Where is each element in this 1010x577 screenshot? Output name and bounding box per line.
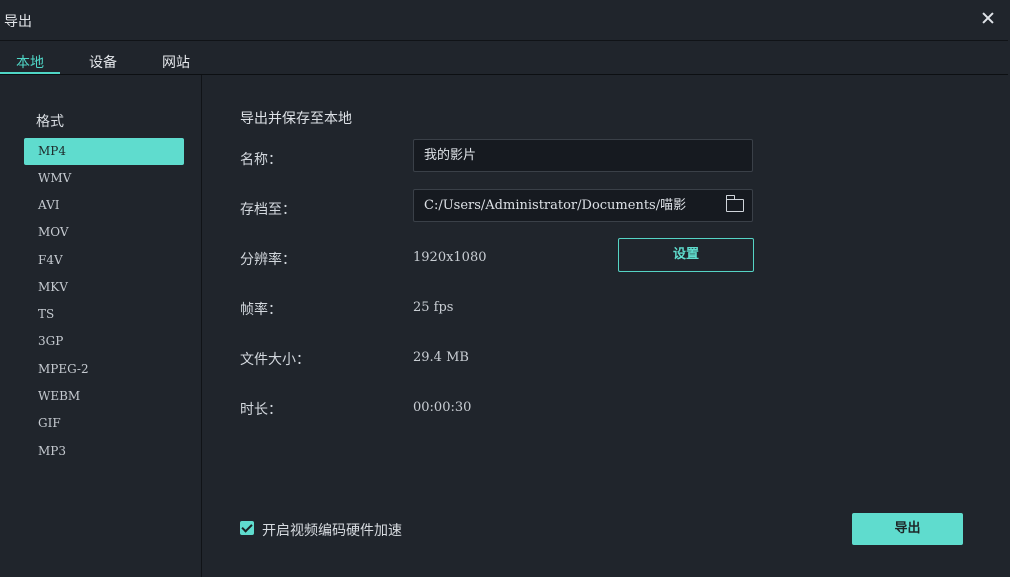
frame-rate-value: 25 fps	[413, 300, 454, 315]
format-item-mkv[interactable]: MKV	[24, 274, 184, 301]
tab-local[interactable]: 本地	[16, 52, 44, 72]
format-item-webm[interactable]: WEBM	[24, 383, 184, 410]
save-path-input[interactable]: C:/Users/Administrator/Documents/喵影	[413, 189, 753, 222]
tab-website[interactable]: 网站	[162, 52, 190, 72]
format-sidebar: 格式 MP4 WMV AVI MOV F4V MKV TS 3GP MPEG-2…	[0, 75, 202, 577]
save-path-value: C:/Users/Administrator/Documents/喵影	[424, 198, 687, 213]
format-item-gif[interactable]: GIF	[24, 410, 184, 437]
format-heading: 格式	[36, 114, 64, 130]
title-bar: 导出	[0, 0, 1008, 41]
format-item-mp3[interactable]: MP3	[24, 438, 184, 465]
format-item-mp4[interactable]: MP4	[24, 138, 184, 165]
frame-rate-label: 帧率：	[240, 302, 282, 318]
save-to-label: 存档至：	[240, 202, 296, 218]
format-item-wmv[interactable]: WMV	[24, 165, 184, 192]
export-button[interactable]: 导出	[852, 513, 963, 545]
resolution-label: 分辨率：	[240, 252, 296, 268]
format-item-ts[interactable]: TS	[24, 301, 184, 328]
hw-accel-label[interactable]: 开启视频编码硬件加速	[262, 520, 402, 540]
name-input[interactable]: 我的影片	[413, 139, 753, 172]
duration-value: 00:00:30	[413, 400, 472, 415]
format-item-avi[interactable]: AVI	[24, 192, 184, 219]
folder-icon[interactable]	[725, 195, 744, 212]
hw-accel-checkbox[interactable]	[240, 521, 254, 535]
format-item-mpeg2[interactable]: MPEG-2	[24, 356, 184, 383]
tab-device[interactable]: 设备	[89, 52, 117, 72]
resolution-value: 1920x1080	[413, 250, 487, 265]
active-tab-indicator	[0, 72, 60, 74]
section-title: 导出并保存至本地	[240, 111, 352, 127]
duration-label: 时长：	[240, 402, 282, 418]
settings-button[interactable]: 设置	[618, 238, 754, 272]
format-item-3gp[interactable]: 3GP	[24, 328, 184, 355]
file-size-label: 文件大小：	[240, 352, 310, 368]
tab-bar: 本地 设备 网站	[0, 41, 1008, 75]
close-icon[interactable]	[978, 9, 998, 29]
window-title: 导出	[4, 14, 32, 30]
format-item-f4v[interactable]: F4V	[24, 247, 184, 274]
name-label: 名称：	[240, 152, 282, 168]
format-item-mov[interactable]: MOV	[24, 219, 184, 246]
file-size-value: 29.4 MB	[413, 350, 469, 365]
